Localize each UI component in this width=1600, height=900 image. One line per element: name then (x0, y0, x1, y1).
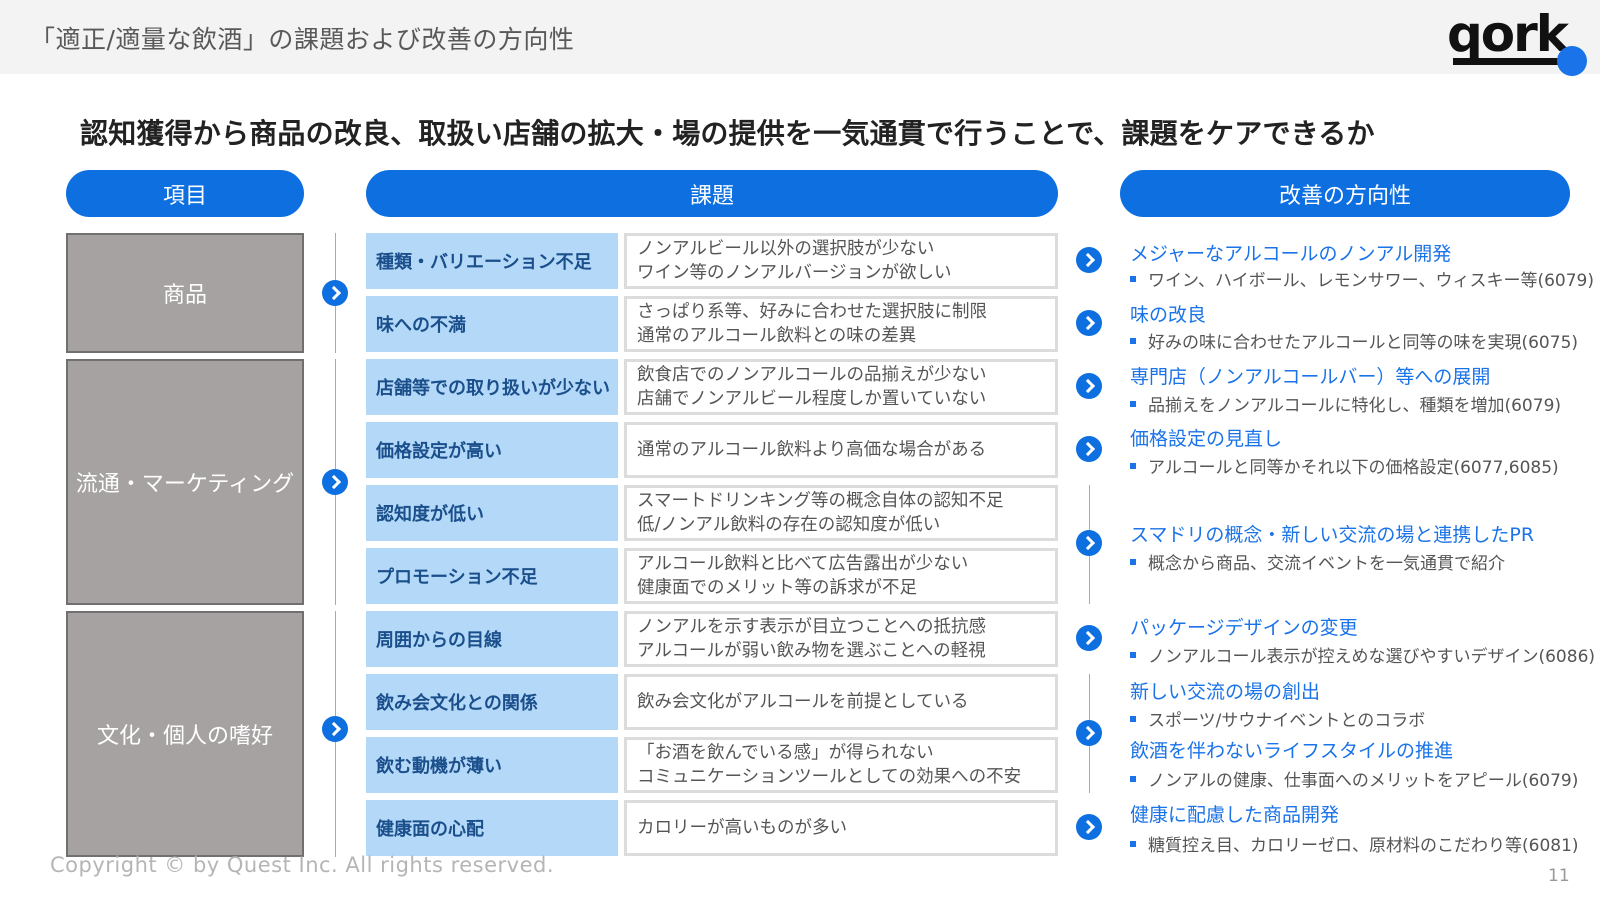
direction-bullet: ノンアルの健康、仕事面へのメリットをアピール(6079) (1130, 766, 1578, 791)
headline: 認知獲得から商品の改良、取扱い店舗の拡大・場の提供を一気通貫で行うことで、課題を… (80, 117, 1375, 150)
direction-bullet-text: 概念から商品、交流イベントを一気通貫で紹介 (1148, 554, 1505, 574)
direction-bullet-text: 品揃えをノンアルコールに特化し、種類を増加(6079) (1148, 396, 1562, 416)
qork-logo: qork (1447, 5, 1587, 76)
category-distribution-marketing: 流通・マーケティング (66, 359, 304, 605)
direction-title: 味の改良 (1130, 304, 1207, 326)
issue-description: スマートドリンキング等の概念自体の認知不足 低/ノンアル飲料の存在の認知度が低い (624, 485, 1058, 541)
issue-description-line: 飲食店でのノンアルコールの品揃えが少ない (637, 365, 987, 385)
issue-label: プロモーション不足 (366, 548, 618, 604)
direction-bullet: 好みの味に合わせたアルコールと同等の味を実現(6075) (1130, 328, 1578, 353)
bullet-square-icon (1130, 559, 1136, 565)
direction-bullet-text: 糖質控え目、カロリーゼロ、原材料のこだわり等(6081) (1148, 836, 1579, 856)
direction-bullet: アルコールと同等かそれ以下の価格設定(6077,6085) (1130, 453, 1559, 478)
chevron-right-icon (322, 469, 348, 495)
direction-bullet-text: ノンアルコール表示が控えめな選びやすいデザイン(6086) (1148, 647, 1596, 667)
issue-description-line: アルコール飲料と比べて広告露出が少ない (637, 554, 969, 574)
logo-underline (1453, 58, 1561, 65)
direction-bullet-text: スポーツ/サウナイベントとのコラボ (1148, 711, 1426, 731)
direction-title: 価格設定の見直し (1130, 428, 1283, 450)
bullet-square-icon (1130, 716, 1136, 722)
direction-title: 専門店（ノンアルコールバー）等への展開 (1130, 366, 1491, 388)
issue-label: 飲み会文化との関係 (366, 674, 618, 730)
issue-description-line: カロリーが高いものが多い (637, 818, 847, 838)
direction-title: パッケージデザインの変更 (1130, 617, 1358, 639)
chevron-right-icon (1076, 310, 1102, 336)
issue-label: 種類・バリエーション不足 (366, 233, 618, 289)
chevron-right-icon (1076, 530, 1102, 556)
logo-dot-icon (1557, 46, 1587, 76)
header-issue: 課題 (366, 170, 1058, 217)
issue-description: カロリーが高いものが多い (624, 800, 1058, 856)
chevron-right-icon (322, 716, 348, 742)
bullet-square-icon (1130, 652, 1136, 658)
direction-bullet: 品揃えをノンアルコールに特化し、種類を増加(6079) (1130, 391, 1561, 416)
issue-description-line: 店舗でノンアルビール程度しか置いていない (637, 389, 987, 409)
issue-description: さっぱり系等、好みに合わせた選択肢に制限 通常のアルコール飲料との味の差異 (624, 296, 1058, 352)
issue-description: 飲食店でのノンアルコールの品揃えが少ない 店舗でノンアルビール程度しか置いていな… (624, 359, 1058, 415)
issue-description: ノンアルビール以外の選択肢が少ない ワイン等のノンアルバージョンが欲しい (624, 233, 1058, 289)
logo-text: qork (1447, 5, 1569, 63)
chevron-right-icon (322, 280, 348, 306)
chevron-right-icon (1076, 625, 1102, 651)
direction-bullet: スポーツ/サウナイベントとのコラボ (1130, 706, 1425, 731)
issue-label: 味への不満 (366, 296, 618, 352)
issue-description-line: アルコールが弱い飲み物を選ぶことへの軽視 (637, 641, 986, 661)
direction-bullet: ノンアルコール表示が控えめな選びやすいデザイン(6086) (1130, 642, 1595, 667)
direction-bullet: ワイン、ハイボール、レモンサワー、ウィスキー等(6079) (1130, 266, 1594, 291)
chevron-right-icon (1076, 436, 1102, 462)
direction-bullet-text: アルコールと同等かそれ以下の価格設定(6077,6085) (1148, 458, 1559, 478)
issue-description-line: 「お酒を飲んでいる感」が得られない (637, 743, 934, 763)
issue-description-line: スマートドリンキング等の概念自体の認知不足 (637, 491, 1004, 511)
copyright: Copyright © by Quest Inc. All rights res… (50, 853, 555, 877)
slide-title: 「適正/適量な飲酒」の課題および改善の方向性 (30, 25, 575, 54)
issue-label: 認知度が低い (366, 485, 618, 541)
issue-description: アルコール飲料と比べて広告露出が少ない 健康面でのメリット等の訴求が不足 (624, 548, 1058, 604)
issue-description-line: 低/ノンアル飲料の存在の認知度が低い (637, 515, 941, 535)
direction-title: スマドリの概念・新しい交流の場と連携したPR (1130, 524, 1535, 546)
chevron-right-icon (1076, 814, 1102, 840)
bullet-square-icon (1130, 338, 1136, 344)
category-product: 商品 (66, 233, 304, 353)
direction-title: メジャーなアルコールのノンアル開発 (1130, 243, 1452, 265)
issue-description-line: ワイン等のノンアルバージョンが欲しい (637, 263, 952, 283)
bullet-square-icon (1130, 401, 1136, 407)
direction-bullet: 概念から商品、交流イベントを一気通貫で紹介 (1130, 549, 1505, 574)
issue-label: 飲む動機が薄い (366, 737, 618, 793)
bullet-square-icon (1130, 776, 1136, 782)
direction-bullet: 糖質控え目、カロリーゼロ、原材料のこだわり等(6081) (1130, 831, 1579, 856)
issue-label: 店舗等での取り扱いが少ない (366, 359, 618, 415)
direction-bullet-text: ワイン、ハイボール、レモンサワー、ウィスキー等(6079) (1148, 271, 1594, 291)
issue-description: ノンアルを示す表示が目立つことへの抵抗感 アルコールが弱い飲み物を選ぶことへの軽… (624, 611, 1058, 667)
issue-description: 「お酒を飲んでいる感」が得られない コミュニケーションツールとしての効果への不安 (624, 737, 1058, 793)
page-number: 11 (1548, 866, 1570, 886)
issue-label: 周囲からの目線 (366, 611, 618, 667)
direction-bullet-text: 好みの味に合わせたアルコールと同等の味を実現(6075) (1148, 333, 1579, 353)
bullet-square-icon (1130, 276, 1136, 282)
issue-description-line: 通常のアルコール飲料より高価な場合がある (637, 440, 987, 460)
issue-description-line: ノンアルを示す表示が目立つことへの抵抗感 (637, 617, 986, 637)
header-item: 項目 (66, 170, 304, 217)
bullet-square-icon (1130, 463, 1136, 469)
issue-description: 通常のアルコール飲料より高価な場合がある (624, 422, 1058, 478)
direction-title: 飲酒を伴わないライフスタイルの推進 (1130, 740, 1454, 762)
issue-description-line: さっぱり系等、好みに合わせた選択肢に制限 (637, 302, 987, 322)
category-culture-preference: 文化・個人の嗜好 (66, 611, 304, 857)
issue-description-line: ノンアルビール以外の選択肢が少ない (637, 239, 935, 259)
direction-bullet-text: ノンアルの健康、仕事面へのメリットをアピール(6079) (1148, 771, 1579, 791)
issue-description-line: コミュニケーションツールとしての効果への不安 (637, 767, 1022, 787)
issue-label: 健康面の心配 (366, 800, 618, 856)
issue-description-line: 健康面でのメリット等の訴求が不足 (637, 578, 917, 598)
issue-label: 価格設定が高い (366, 422, 618, 478)
chevron-right-icon (1076, 373, 1102, 399)
chevron-right-icon (1076, 247, 1102, 273)
issue-description-line: 通常のアルコール飲料との味の差異 (637, 326, 917, 346)
issue-description: 飲み会文化がアルコールを前提としている (624, 674, 1058, 730)
direction-title: 健康に配慮した商品開発 (1130, 804, 1340, 826)
issue-description-line: 飲み会文化がアルコールを前提としている (637, 692, 969, 712)
bullet-square-icon (1130, 841, 1136, 847)
direction-title: 新しい交流の場の創出 (1130, 681, 1321, 703)
header-direction: 改善の方向性 (1120, 170, 1570, 217)
chevron-right-icon (1076, 720, 1102, 746)
